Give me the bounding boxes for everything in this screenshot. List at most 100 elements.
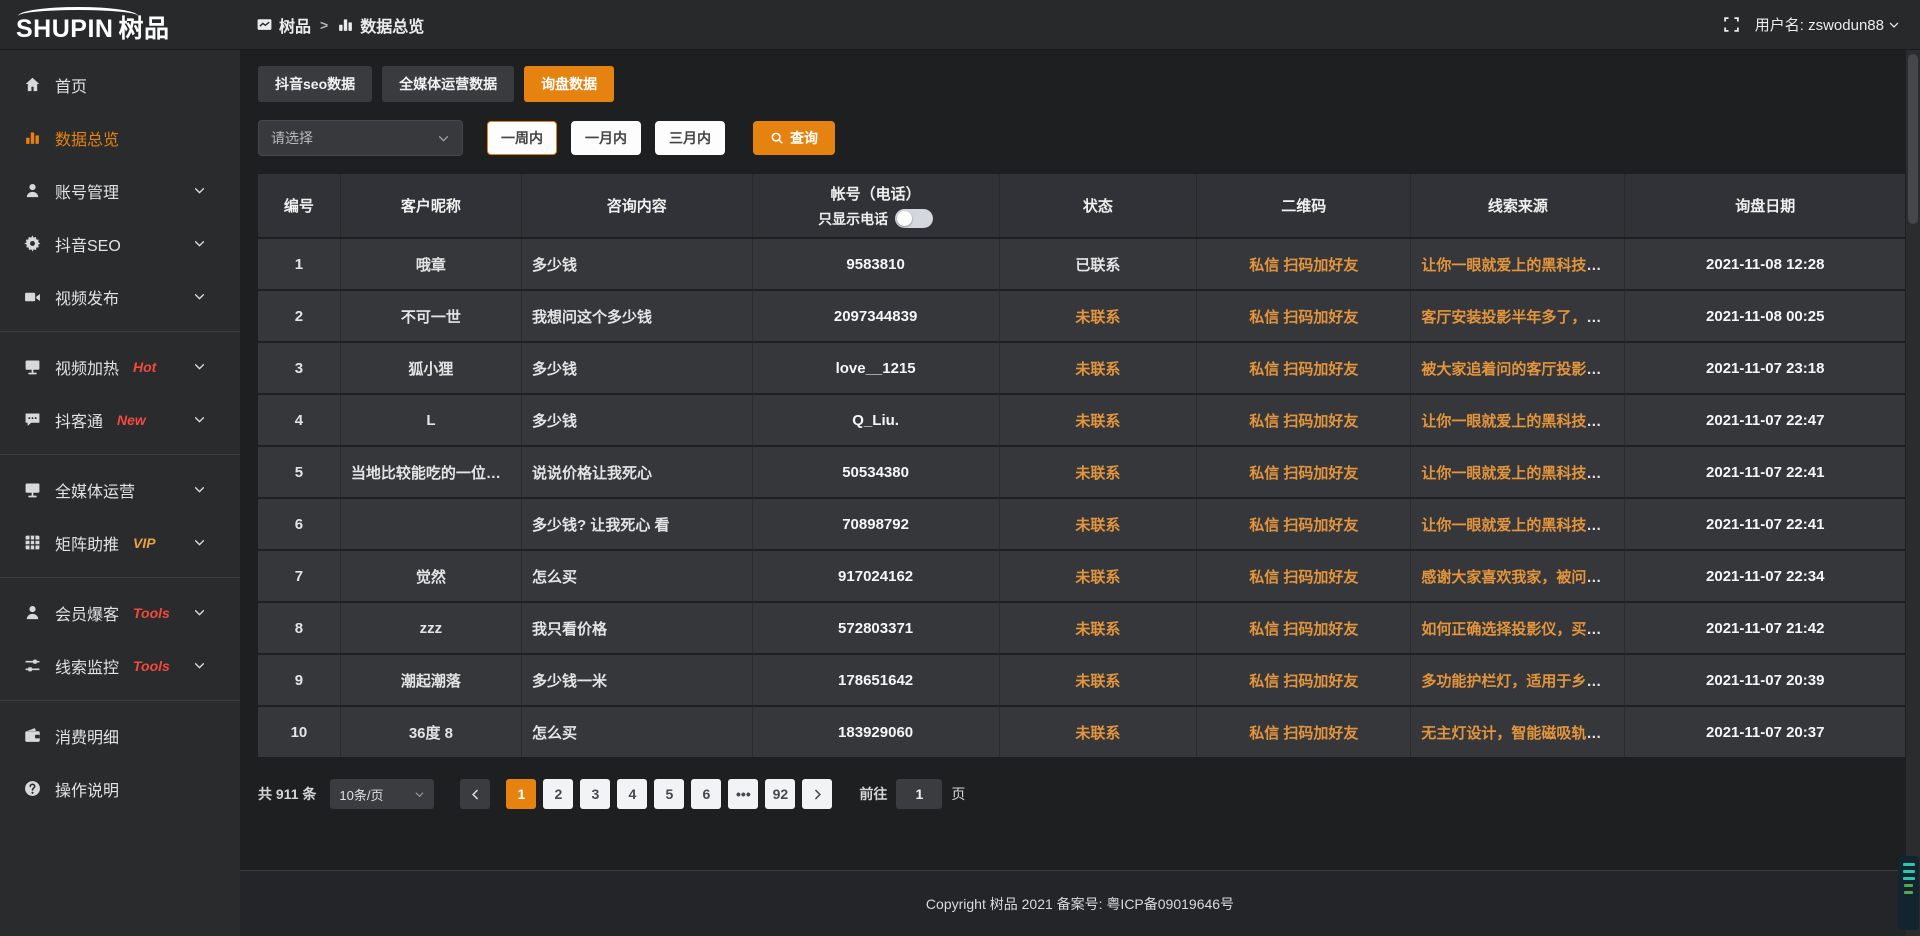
qr-link[interactable]: 私信 扫码加好友 [1249,725,1358,742]
page-button-2[interactable]: 2 [543,779,573,809]
tab-inquiry-data[interactable]: 询盘数据 [524,66,614,102]
date-range-group: 一周内一月内三月内 [487,121,725,155]
sidebar-item-label: 抖音SEO [55,232,121,256]
sidebar-item-data-overview[interactable]: 数据总览 [0,111,240,164]
more-pages-button[interactable]: ••• [728,779,758,809]
sidebar-item-account-manage[interactable]: 账号管理 [0,164,240,217]
range-button[interactable]: 三月内 [655,121,725,155]
arrow-left-icon [469,788,482,801]
cell-nickname: L [340,394,521,446]
filter-select[interactable]: 请选择 [258,120,463,156]
sidebar-item-douketong[interactable]: 抖客通New [0,393,240,446]
qr-link[interactable]: 私信 扫码加好友 [1249,465,1358,482]
sidebar-item-omni-media[interactable]: 全媒体运营 [0,463,240,516]
cell-nickname: 36度 8 [340,706,521,758]
tab-douyin-seo-data[interactable]: 抖音seo数据 [258,66,372,102]
source-link[interactable]: 让你一眼就爱上的黑科技，能... [1421,465,1625,482]
cell-date: 2021-11-07 23:18 [1625,342,1905,394]
status-badge: 未联系 [1075,309,1120,326]
cell-qr: 私信 扫码加好友 [1197,550,1411,602]
table-body: 1哦章多少钱9583810已联系私信 扫码加好友让你一眼就爱上的黑科技，能...… [258,238,1905,758]
page-button-6[interactable]: 6 [691,779,721,809]
pagination: 共 911 条10条/页123456•••92前往页 [258,779,1905,809]
table-row: 8zzz我只看价格572803371未联系私信 扫码加好友如何正确选择投影仪，买… [258,602,1905,654]
jump-page-input[interactable] [896,779,942,809]
source-link[interactable]: 被大家追着问的客厅投影分享... [1421,361,1625,378]
qr-link[interactable]: 私信 扫码加好友 [1249,517,1358,534]
sidebar-item-operation-guide[interactable]: 操作说明 [0,762,240,815]
qr-link[interactable]: 私信 扫码加好友 [1249,361,1358,378]
sidebar-item-douyin-seo[interactable]: 抖音SEO [0,217,240,270]
source-link[interactable]: 如何正确选择投影仪，买投影... [1421,621,1625,638]
copyright-text: Copyright 树品 2021 备案号: 粤ICP备09019646号 [926,894,1234,914]
sidebar: 首页数据总览账号管理抖音SEO 视频发布视频加热Hot抖客通New 全媒体运营矩阵助… [0,50,240,936]
search-button[interactable]: 查询 [753,121,835,155]
next-page-button[interactable] [802,779,832,809]
cell-content: 我只看价格 [522,602,753,654]
page-button-1[interactable]: 1 [506,779,536,809]
scrollbar[interactable] [1906,50,1920,936]
table-row: 1哦章多少钱9583810已联系私信 扫码加好友让你一眼就爱上的黑科技，能...… [258,238,1905,290]
cell-id: 6 [258,498,340,550]
page-button-3[interactable]: 3 [580,779,610,809]
sidebar-item-home[interactable]: 首页 [0,58,240,111]
qr-link[interactable]: 私信 扫码加好友 [1249,673,1358,690]
scrollbar-thumb[interactable] [1908,54,1918,224]
source-link[interactable]: 让你一眼就爱上的黑科技，能... [1421,257,1625,274]
sidebar-item-matrix-boost[interactable]: 矩阵助推VIP [0,516,240,569]
qr-link[interactable]: 私信 扫码加好友 [1249,257,1358,274]
source-link[interactable]: 让你一眼就爱上的黑科技，能... [1421,413,1625,430]
breadcrumb-item-app[interactable]: 树品 [256,13,311,37]
fullscreen-icon[interactable] [1723,16,1740,33]
user-icon [24,182,41,199]
page-button-5[interactable]: 5 [654,779,684,809]
source-link[interactable]: 让你一眼就爱上的黑科技，能... [1421,517,1625,534]
arrow-right-icon [811,788,824,801]
col-header-source: 线索来源 [1411,174,1625,238]
cell-status: 未联系 [999,602,1197,654]
cell-source: 让你一眼就爱上的黑科技，能... [1411,394,1625,446]
qr-link[interactable]: 私信 扫码加好友 [1249,621,1358,638]
cell-id: 9 [258,654,340,706]
floating-widget[interactable] [1898,856,1919,930]
table-row: 6多少钱? 让我死心 看70898792未联系私信 扫码加好友让你一眼就爱上的黑… [258,498,1905,550]
cell-source: 感谢大家喜欢我家，被问了好... [1411,550,1625,602]
prev-page-button[interactable] [460,779,490,809]
qr-link[interactable]: 私信 扫码加好友 [1249,569,1358,586]
cell-date: 2021-11-07 20:39 [1625,654,1905,706]
cell-content: 多少钱? 让我死心 看 [522,498,753,550]
cell-account: 572803371 [752,602,999,654]
sidebar-item-clue-monitor[interactable]: 线索监控Tools [0,639,240,692]
user-menu[interactable]: 用户名: zswodun88 [1755,14,1900,35]
breadcrumb-label: 数据总览 [360,13,424,37]
range-button[interactable]: 一月内 [571,121,641,155]
sidebar-item-member-baoke[interactable]: 会员爆客Tools [0,586,240,639]
tab-omni-media-data[interactable]: 全媒体运营数据 [382,66,514,102]
range-button[interactable]: 一周内 [487,121,557,155]
breadcrumb-separator: > [320,17,328,33]
status-badge: 未联系 [1075,413,1120,430]
qr-link[interactable]: 私信 扫码加好友 [1249,413,1358,430]
source-link[interactable]: 感谢大家喜欢我家，被问了好... [1421,569,1625,586]
logo[interactable]: SHUPIN树品 [0,7,240,42]
sidebar-divider [0,577,240,578]
source-link[interactable]: 多功能护栏灯，适用于乡村文... [1421,673,1625,690]
sidebar-item-video-publish[interactable]: 视频发布 [0,270,240,323]
phone-only-toggle[interactable] [895,209,933,228]
breadcrumb-item-data-overview[interactable]: 数据总览 [337,13,424,37]
bar-chart-icon [24,129,41,146]
page-button-92[interactable]: 92 [765,779,795,809]
qr-link[interactable]: 私信 扫码加好友 [1249,309,1358,326]
source-link[interactable]: 客厅安装投影半年多了，真实... [1421,309,1625,326]
sidebar-item-video-heat[interactable]: 视频加热Hot [0,340,240,393]
page-button-4[interactable]: 4 [617,779,647,809]
source-link[interactable]: 无主灯设计，智能磁吸轨道灯... [1421,725,1625,742]
col-header-content: 咨询内容 [522,174,753,238]
sidebar-item-consume-detail[interactable]: 消费明细 [0,709,240,762]
col-header-date: 询盘日期 [1625,174,1905,238]
page-size-select[interactable]: 10条/页 [330,779,434,809]
logo-brand: SHUPIN [16,15,113,43]
inquiry-table: 编号客户昵称咨询内容帐号（电话）只显示电话状态二维码线索来源询盘日期 1哦章多少… [258,174,1905,759]
cell-qr: 私信 扫码加好友 [1197,394,1411,446]
sidebar-item-label: 视频加热 [55,355,119,379]
